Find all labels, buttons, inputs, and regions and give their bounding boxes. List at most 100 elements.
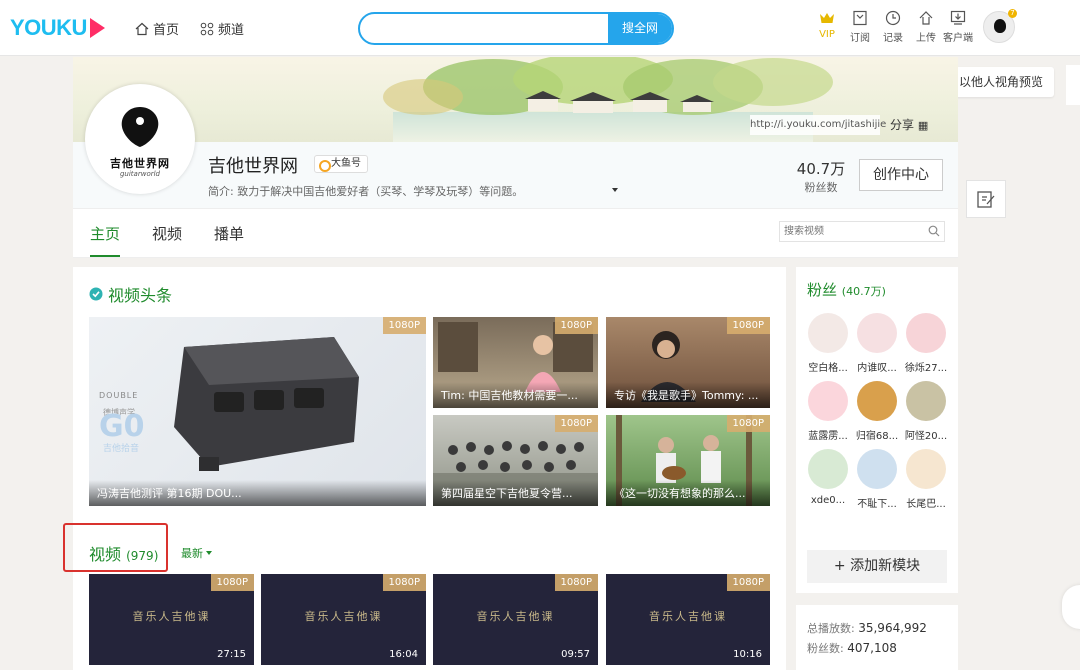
tab-videos[interactable]: 视频 [152, 223, 182, 244]
sort-label: 最新 [181, 547, 203, 560]
upload-label: 上传 [916, 33, 936, 44]
video-duration: 09:57 [561, 649, 590, 660]
preview-as-others-button[interactable]: 以他人视角预览 [948, 67, 1054, 97]
fan-name: 归宿68... [855, 431, 899, 442]
resolution-badge: 1080P [554, 317, 598, 334]
thumb-brand-text: DOUBLE [99, 391, 139, 400]
thumb-title-text: 音乐人吉他课 [304, 610, 383, 623]
video-card-4[interactable]: 音乐人吉他课 1080P 10:16 [606, 574, 770, 665]
fan-avatar [808, 449, 848, 489]
fan-avatar [857, 449, 897, 489]
fan-avatar [808, 313, 848, 353]
fan-item[interactable]: xde0... [804, 449, 852, 506]
headline-video-1[interactable]: 1080P Tim: 中国吉他教材需要一... [433, 317, 598, 408]
headline-video-3[interactable]: 1080P 第四届星空下吉他夏令营... [433, 415, 598, 506]
add-module-button[interactable]: + 添加新模块 [807, 550, 947, 583]
search-input[interactable] [370, 14, 606, 43]
bookmark-icon [853, 10, 867, 26]
video-search-box [779, 221, 945, 242]
vip-button[interactable]: VIP [810, 10, 844, 40]
video-card-1[interactable]: 音乐人吉他课 1080P 27:15 [89, 574, 254, 665]
fans-section-title[interactable]: 粉丝 (40.7万) [807, 279, 886, 300]
active-tab-indicator [90, 255, 120, 257]
youku-logo[interactable]: YOUKU [10, 15, 105, 41]
headline-video-main[interactable]: DOUBLE 德博声学 G0 吉他拾音 1080P 冯涛吉他测评 第16期 DO… [89, 317, 426, 506]
resolution-badge: 1080P [554, 574, 598, 591]
stats-panel [796, 605, 958, 670]
avatar-logo-sub: guitarworld [119, 170, 160, 178]
fan-item[interactable]: 蓝露雳... [804, 381, 852, 442]
video-search-input[interactable] [784, 222, 924, 241]
expand-intro-icon[interactable] [612, 188, 618, 192]
fan-item[interactable]: 不耻下... [853, 449, 901, 510]
nav-home[interactable]: 首页 [135, 19, 179, 38]
fans-title-count: (40.7万) [841, 285, 886, 298]
fan-avatar [906, 313, 946, 353]
fan-name: 不耻下... [857, 499, 897, 510]
resolution-badge: 1080P [382, 574, 426, 591]
clock-icon [885, 10, 901, 26]
nav-channels[interactable]: 频道 [200, 19, 244, 38]
share-label: 分享 [890, 118, 915, 132]
tab-playlists[interactable]: 播单 [214, 223, 244, 244]
upload-button[interactable]: 上传 [909, 10, 943, 44]
stat-value: 407,108 [847, 641, 897, 655]
fan-name: 长尾巴... [906, 499, 946, 510]
video-caption: 《这一切没有想象的那么... [606, 480, 770, 506]
headline-title: 视频头条 [108, 286, 173, 305]
client-label: 客户端 [943, 33, 973, 44]
check-circle-icon [89, 287, 103, 301]
video-card-2[interactable]: 音乐人吉他课 1080P 16:04 [261, 574, 426, 665]
notification-badge: 7 [1008, 9, 1017, 18]
headline-video-4[interactable]: 1080P 《这一切没有想象的那么... [606, 415, 770, 506]
search-button[interactable]: 搜全网 [608, 14, 672, 43]
thumb-model-sub: 吉他拾音 [103, 444, 140, 454]
video-caption: 专访《我是歌手》Tommy: ... [606, 382, 770, 408]
nav-home-label: 首页 [153, 23, 180, 38]
fan-item[interactable]: 阿怪20... [902, 381, 950, 442]
stat-total-plays: 总播放数: 35,964,992 [807, 620, 927, 636]
share-button[interactable]: 分享 ▦ [890, 116, 928, 133]
logo-play-icon [89, 18, 105, 38]
stat-fans: 粉丝数: 407,108 [807, 640, 897, 656]
fan-name: 蓝露雳... [808, 431, 848, 442]
home-icon [135, 22, 149, 35]
creator-center-button[interactable]: 创作中心 [859, 159, 943, 191]
fan-item[interactable]: 归宿68... [853, 381, 901, 442]
channel-avatar[interactable]: 吉他世界网 guitarworld [85, 84, 195, 194]
video-caption: 第四届星空下吉他夏令营... [433, 480, 598, 506]
resolution-badge: 1080P [382, 317, 426, 334]
fans-count: 40.7万 [796, 160, 846, 178]
search-icon[interactable] [928, 225, 940, 237]
headline-video-2[interactable]: 1080P 专访《我是歌手》Tommy: ... [606, 317, 770, 408]
tab-home[interactable]: 主页 [90, 223, 120, 244]
thumb-title-text: 音乐人吉他课 [649, 610, 727, 623]
fan-avatar [906, 381, 946, 421]
thumb-title-text: 音乐人吉他课 [132, 610, 211, 623]
channel-url[interactable]: http://i.youku.com/jitashijie [750, 115, 886, 135]
edit-button[interactable] [966, 180, 1006, 218]
subscribe-button[interactable]: 订阅 [843, 10, 877, 44]
fan-item[interactable]: 长尾巴... [902, 449, 950, 510]
sort-dropdown[interactable]: 最新 [181, 545, 212, 561]
fan-item[interactable]: 空白格... [804, 313, 852, 374]
client-download-button[interactable]: 客户端 [941, 10, 975, 44]
history-button[interactable]: 记录 [876, 10, 910, 44]
side-edge-tab[interactable] [1066, 65, 1080, 105]
edit-icon [977, 191, 995, 208]
fan-item[interactable]: 内谁叹... [853, 313, 901, 374]
video-card-3[interactable]: 音乐人吉他课 1080P 09:57 [433, 574, 598, 665]
fan-name: xde0... [810, 495, 846, 506]
fan-name: 徐烁27... [904, 363, 948, 374]
fan-avatar [857, 381, 897, 421]
download-icon [950, 10, 966, 25]
dayu-badge[interactable]: 大鱼号 [314, 155, 368, 173]
nav-channels-label: 频道 [218, 23, 245, 38]
resolution-badge: 1080P [554, 415, 598, 432]
floating-help-button[interactable] [1062, 585, 1080, 629]
resolution-badge: 1080P [726, 317, 770, 334]
fan-name: 空白格... [808, 363, 848, 374]
fan-name: 内谁叹... [857, 363, 897, 374]
video-caption: Tim: 中国吉他教材需要一... [433, 382, 598, 408]
fan-item[interactable]: 徐烁27... [902, 313, 950, 374]
